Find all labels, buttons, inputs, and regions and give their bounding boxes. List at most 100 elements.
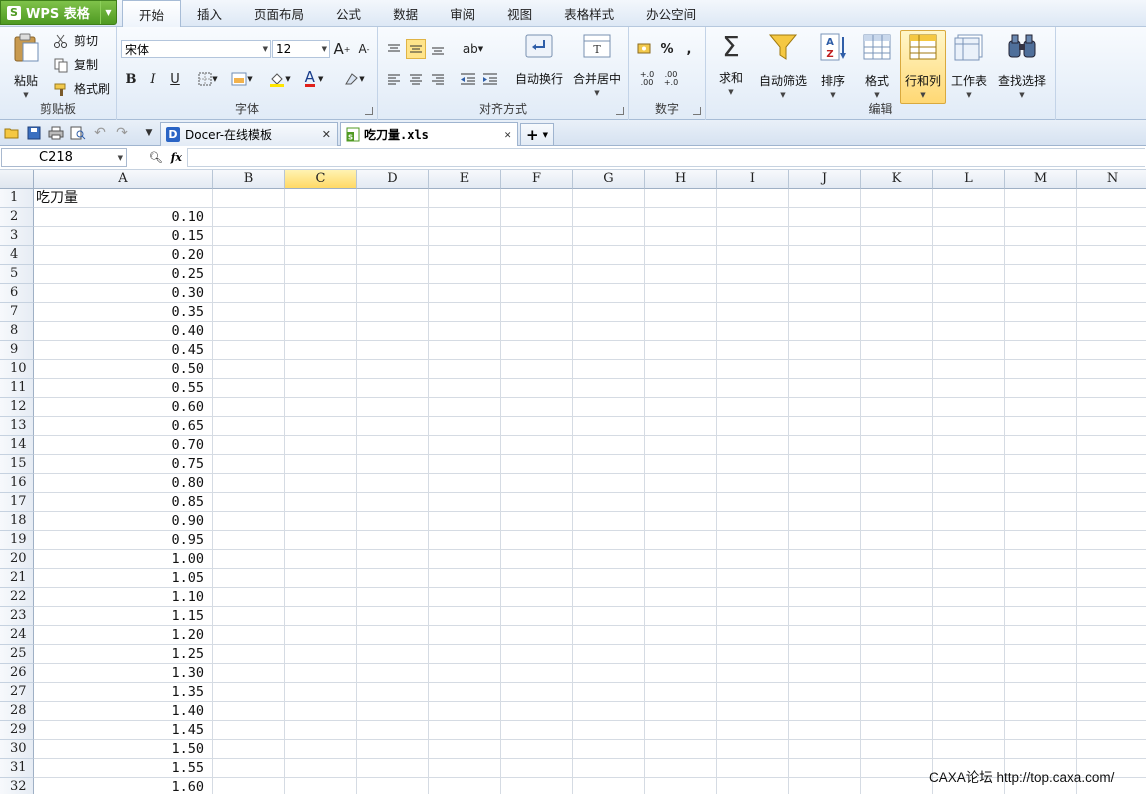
menu-tab[interactable]: 数据 xyxy=(377,0,434,27)
cell-a[interactable]: 0.95 xyxy=(34,531,208,550)
grow-font-button[interactable]: A + xyxy=(332,39,352,59)
shrink-font-button[interactable]: A- xyxy=(354,39,374,59)
row-header[interactable]: 27 xyxy=(0,683,34,702)
row-header[interactable]: 25 xyxy=(0,645,34,664)
sort-dropdown-icon[interactable]: ▼ xyxy=(814,91,852,99)
alignment-dialog-launcher[interactable] xyxy=(616,107,624,115)
menu-tab[interactable]: 审阅 xyxy=(434,0,491,27)
worksheet-button[interactable]: 工作表 ▼ xyxy=(948,31,990,99)
column-header[interactable]: J xyxy=(789,170,861,189)
row-header[interactable]: 9 xyxy=(0,341,34,360)
row-header[interactable]: 15 xyxy=(0,455,34,474)
decrease-decimal-button[interactable]: .00 +.0 xyxy=(659,69,683,89)
cell-a[interactable]: 0.15 xyxy=(34,227,208,246)
more-font-button[interactable]: ▼ xyxy=(339,69,369,89)
wrap-text-button[interactable]: 自动换行 xyxy=(512,31,566,87)
spreadsheet-grid[interactable]: A B C D E F G H I J K L M N 1 吃刀量 2 0.10 3 0.15 4 0.20 5 0.25 6 0… xyxy=(0,170,1146,794)
row-header[interactable]: 7 xyxy=(0,303,34,322)
find-select-button[interactable]: 查找选择 ▼ xyxy=(994,31,1050,99)
format-painter-button[interactable]: 格式刷 xyxy=(53,80,110,97)
cell-a[interactable]: 0.75 xyxy=(34,455,208,474)
row-header[interactable]: 17 xyxy=(0,493,34,512)
column-header[interactable]: I xyxy=(717,170,789,189)
app-menu-button[interactable]: S WPS 表格 ▼ xyxy=(0,0,117,25)
name-box[interactable]: C218 ▼ xyxy=(1,148,127,167)
row-header[interactable]: 32 xyxy=(0,778,34,794)
row-header[interactable]: 1 xyxy=(0,189,34,208)
zoom-formula-icon[interactable]: 🔍︎ xyxy=(149,151,163,164)
merge-dropdown-icon[interactable]: ▼ xyxy=(570,89,624,97)
cell-a[interactable]: 0.85 xyxy=(34,493,208,512)
print-preview-icon[interactable] xyxy=(69,124,87,142)
worksheet-dropdown-icon[interactable]: ▼ xyxy=(948,91,990,99)
align-middle-button[interactable] xyxy=(406,39,426,59)
cell-a[interactable]: 1.45 xyxy=(34,721,208,740)
row-header[interactable]: 6 xyxy=(0,284,34,303)
cell-a[interactable]: 0.90 xyxy=(34,512,208,531)
cell-a[interactable]: 0.50 xyxy=(34,360,208,379)
close-icon[interactable]: ✕ xyxy=(322,128,331,141)
row-header[interactable]: 12 xyxy=(0,398,34,417)
column-header[interactable]: B xyxy=(213,170,285,189)
cell-a[interactable]: 1.40 xyxy=(34,702,208,721)
row-header[interactable]: 3 xyxy=(0,227,34,246)
insert-function-icon[interactable]: fx xyxy=(171,151,182,164)
column-header[interactable]: E xyxy=(429,170,501,189)
cell-a[interactable]: 1.50 xyxy=(34,740,208,759)
currency-button[interactable] xyxy=(635,39,655,59)
row-header[interactable]: 2 xyxy=(0,208,34,227)
column-header[interactable]: G xyxy=(573,170,645,189)
font-color-button[interactable]: A ▼ xyxy=(299,69,329,89)
cell-a[interactable]: 0.20 xyxy=(34,246,208,265)
increase-indent-button[interactable] xyxy=(480,69,500,89)
row-header[interactable]: 10 xyxy=(0,360,34,379)
row-header[interactable]: 22 xyxy=(0,588,34,607)
cell-a[interactable]: 0.65 xyxy=(34,417,208,436)
menu-tab[interactable]: 视图 xyxy=(491,0,548,27)
row-header[interactable]: 5 xyxy=(0,265,34,284)
app-menu-dropdown-icon[interactable]: ▼ xyxy=(100,1,116,24)
cell-a[interactable]: 1.00 xyxy=(34,550,208,569)
menu-tab[interactable]: 表格样式 xyxy=(548,0,630,27)
column-header[interactable]: K xyxy=(861,170,933,189)
align-right-button[interactable] xyxy=(428,69,448,89)
cell-a[interactable]: 0.70 xyxy=(34,436,208,455)
borders-button[interactable]: ▼ xyxy=(195,69,221,89)
percent-button[interactable]: % xyxy=(657,39,677,59)
row-header[interactable]: 18 xyxy=(0,512,34,531)
close-icon[interactable]: ✕ xyxy=(504,128,511,141)
row-header[interactable]: 29 xyxy=(0,721,34,740)
paste-button[interactable]: 粘贴 ▼ xyxy=(6,31,46,99)
row-header[interactable]: 16 xyxy=(0,474,34,493)
sum-button[interactable]: Σ 求和 ▼ xyxy=(712,31,750,97)
cell-a[interactable]: 0.35 xyxy=(34,303,208,322)
cut-button[interactable]: 剪切 xyxy=(53,32,98,49)
row-header[interactable]: 31 xyxy=(0,759,34,778)
row-header[interactable]: 19 xyxy=(0,531,34,550)
font-name-select[interactable]: 宋体 ▼ xyxy=(121,40,271,58)
menu-tab[interactable]: 插入 xyxy=(181,0,238,27)
sum-dropdown-icon[interactable]: ▼ xyxy=(712,88,750,96)
row-header[interactable]: 14 xyxy=(0,436,34,455)
column-header[interactable]: M xyxy=(1005,170,1077,189)
cell-a[interactable]: 吃刀量 xyxy=(36,189,210,208)
column-header[interactable]: D xyxy=(357,170,429,189)
row-header[interactable]: 26 xyxy=(0,664,34,683)
paste-dropdown-icon[interactable]: ▼ xyxy=(6,91,46,99)
row-header[interactable]: 13 xyxy=(0,417,34,436)
menu-tab[interactable]: 公式 xyxy=(320,0,377,27)
tab-docer[interactable]: D Docer-在线模板 ✕ xyxy=(160,122,338,146)
cell-a[interactable]: 1.30 xyxy=(34,664,208,683)
autofilter-dropdown-icon[interactable]: ▼ xyxy=(756,91,810,99)
cell-a[interactable]: 1.10 xyxy=(34,588,208,607)
cell-a[interactable]: 1.55 xyxy=(34,759,208,778)
find-select-dropdown-icon[interactable]: ▼ xyxy=(994,91,1050,99)
formula-input[interactable] xyxy=(187,148,1145,167)
row-header[interactable]: 21 xyxy=(0,569,34,588)
cell-a[interactable]: 1.15 xyxy=(34,607,208,626)
cell-a[interactable]: 0.80 xyxy=(34,474,208,493)
number-dialog-launcher[interactable] xyxy=(693,107,701,115)
row-header[interactable]: 11 xyxy=(0,379,34,398)
row-header[interactable]: 8 xyxy=(0,322,34,341)
undo-icon[interactable]: ↶ xyxy=(91,124,109,142)
